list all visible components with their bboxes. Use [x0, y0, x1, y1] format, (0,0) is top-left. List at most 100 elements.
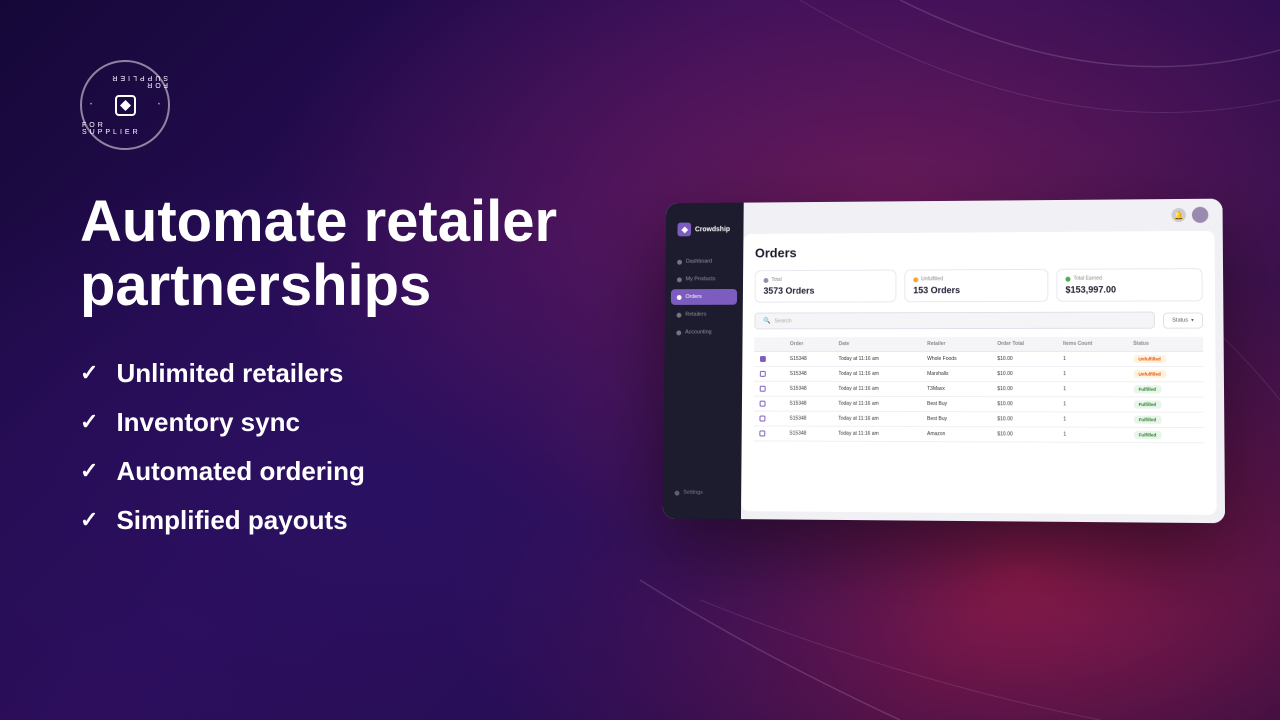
sidebar-item-label-accounting: Accounting — [685, 329, 712, 335]
sidebar-item-label-products: My Products — [686, 276, 716, 282]
sidebar-item-dashboard[interactable]: Dashboard — [671, 254, 737, 270]
orders-table: Order Date Retailer Order Total Items Co… — [753, 337, 1203, 444]
row-date: Today at 11:16 am — [832, 396, 921, 411]
app-sidebar: Crowdship Dashboard My Products Orders — [663, 203, 744, 520]
table-row[interactable]: S15348 Today at 11:16 am Whole Foods $10… — [754, 351, 1203, 366]
sidebar-item-label-retailers: Retailers — [685, 312, 706, 318]
col-order: Order — [784, 337, 833, 351]
sidebar-item-accounting[interactable]: Accounting — [670, 324, 736, 340]
row-status: Unfulfilled — [1127, 351, 1203, 366]
sidebar-logo-icon — [677, 223, 691, 237]
settings-label: Settings — [683, 490, 702, 496]
sidebar-item-dot-accounting — [676, 330, 681, 335]
row-total: $10.00 — [991, 397, 1057, 412]
logo: FOR SUPPLIER FOR SUPPLIER • • — [80, 60, 170, 150]
right-panel: Crowdship Dashboard My Products Orders — [640, 0, 1280, 720]
row-status: Fulfilled — [1127, 427, 1203, 443]
stat-value-total: 3573 Orders — [763, 285, 887, 295]
check-icon-3: ✓ — [80, 458, 98, 484]
table-header: Order Date Retailer Order Total Items Co… — [754, 337, 1203, 352]
stat-card-total: Total 3573 Orders — [755, 270, 897, 303]
row-order: S15348 — [784, 396, 833, 411]
chevron-down-icon: ▾ — [1191, 317, 1194, 323]
sidebar-item-retailers[interactable]: Retailers — [671, 307, 737, 323]
row-retailer: Amazon — [921, 427, 991, 442]
col-retailer: Retailer — [921, 337, 991, 352]
logo-icon — [108, 88, 143, 123]
user-avatar[interactable] — [1192, 207, 1208, 223]
table-row[interactable]: S15348 Today at 11:16 am Amazon $10.00 1… — [753, 426, 1203, 443]
left-panel: FOR SUPPLIER FOR SUPPLIER • • Automate r… — [0, 0, 640, 720]
row-total: $10.00 — [991, 351, 1057, 366]
stat-dot-total — [764, 278, 769, 283]
table-row[interactable]: S15348 Today at 11:16 am Best Buy $10.00… — [754, 411, 1204, 427]
check-icon-4: ✓ — [80, 507, 98, 533]
sidebar-settings[interactable]: Settings — [669, 485, 736, 501]
table-row[interactable]: S15348 Today at 11:16 am Marshalls $10.0… — [754, 366, 1203, 381]
row-date: Today at 11:16 am — [833, 352, 922, 367]
app-window: Crowdship Dashboard My Products Orders — [663, 199, 1225, 524]
row-checkbox[interactable] — [760, 401, 766, 407]
feature-text-1: Unlimited retailers — [116, 358, 343, 389]
sidebar-brand-icon — [680, 225, 689, 234]
row-checkbox[interactable] — [759, 430, 765, 436]
row-checkbox-cell — [754, 352, 784, 367]
stat-card-earned: Total Earned $153,997.00 — [1056, 268, 1202, 302]
check-icon-2: ✓ — [80, 409, 98, 435]
col-items: Items Count — [1057, 337, 1127, 352]
sidebar-item-dot-products — [677, 277, 682, 282]
row-order: S15348 — [783, 411, 832, 426]
status-filter-button[interactable]: Status ▾ — [1163, 312, 1203, 328]
feature-text-4: Simplified payouts — [116, 505, 347, 536]
sidebar-logo: Crowdship — [666, 214, 744, 244]
search-placeholder: Search — [774, 318, 791, 324]
row-date: Today at 11:16 am — [833, 366, 922, 381]
main-content: FOR SUPPLIER FOR SUPPLIER • • Automate r… — [0, 0, 1280, 720]
status-badge: Unfulfilled — [1133, 354, 1166, 362]
stat-label-unfulfilled: Unfulfilled — [913, 276, 1039, 283]
feature-item-3: ✓ Automated ordering — [80, 456, 580, 487]
feature-item-1: ✓ Unlimited retailers — [80, 358, 580, 389]
sidebar-item-dot-orders — [677, 295, 682, 300]
row-checkbox-cell — [754, 411, 784, 426]
row-retailer: Whole Foods — [921, 351, 991, 366]
row-total: $10.00 — [991, 427, 1057, 442]
row-count: 1 — [1057, 427, 1127, 442]
app-header: 🔔 — [743, 199, 1222, 234]
col-status: Status — [1127, 337, 1203, 352]
row-checkbox[interactable] — [759, 416, 765, 422]
status-badge: Unfulfilled — [1133, 370, 1166, 378]
search-input[interactable]: 🔍 Search — [754, 312, 1154, 330]
row-checkbox-cell — [754, 366, 784, 381]
check-icon-1: ✓ — [80, 360, 98, 386]
row-order: S15348 — [784, 352, 833, 367]
status-btn-label: Status — [1172, 317, 1188, 323]
table-row[interactable]: S15348 Today at 11:16 am T3Maxx $10.00 1… — [754, 381, 1204, 397]
row-order: S15348 — [784, 366, 833, 381]
row-count: 1 — [1057, 397, 1127, 412]
feature-item-2: ✓ Inventory sync — [80, 407, 580, 438]
row-total: $10.00 — [991, 382, 1057, 397]
main-heading: Automate retailer partnerships — [80, 190, 580, 318]
logo-text-top: FOR SUPPLIER — [82, 74, 168, 88]
sidebar-item-products[interactable]: My Products — [671, 271, 737, 287]
search-icon: 🔍 — [763, 317, 770, 324]
row-checkbox-cell — [754, 396, 784, 411]
row-checkbox-cell — [754, 381, 784, 396]
search-bar: 🔍 Search Status ▾ — [754, 311, 1203, 329]
row-total: $10.00 — [991, 412, 1057, 427]
feature-list: ✓ Unlimited retailers ✓ Inventory sync ✓… — [80, 358, 580, 536]
orders-title: Orders — [755, 243, 1203, 260]
col-total: Order Total — [991, 337, 1057, 352]
sidebar-item-dot-dashboard — [677, 259, 682, 264]
row-checkbox[interactable] — [760, 356, 766, 362]
sidebar-item-orders[interactable]: Orders — [671, 289, 737, 305]
row-checkbox[interactable] — [760, 386, 766, 392]
notification-icon[interactable]: 🔔 — [1172, 208, 1186, 222]
sidebar-bottom: Settings — [663, 479, 742, 507]
row-checkbox[interactable] — [760, 371, 766, 377]
sidebar-item-label-orders: Orders — [685, 294, 701, 300]
feature-item-4: ✓ Simplified payouts — [80, 505, 580, 536]
sidebar-item-label-dashboard: Dashboard — [686, 259, 712, 265]
table-row[interactable]: S15348 Today at 11:16 am Best Buy $10.00… — [754, 396, 1204, 412]
